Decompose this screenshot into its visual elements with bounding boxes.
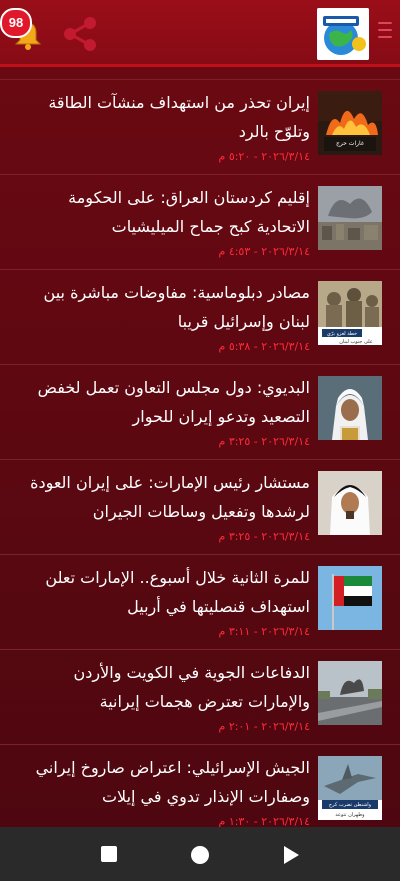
- news-date: ٢٠٢٦/٣/١٤ - ٥:٢٠ م: [218, 150, 311, 163]
- news-item[interactable]: خطة لغزو برّي على جنوب لبنان مصادر دبلوم…: [0, 270, 400, 365]
- news-thumbnail: [318, 376, 382, 440]
- news-title: مصادر دبلوماسية: مفاوضات مباشرة بين لبنا…: [43, 283, 310, 331]
- app-logo[interactable]: [317, 8, 369, 60]
- thumbnail-caption: خطة لغزو برّي: [327, 331, 357, 337]
- news-item[interactable]: البديوي: دول مجلس التعاون تعمل لخفض التص…: [0, 365, 400, 460]
- thumbnail-caption: على جنوب لبنان: [339, 339, 373, 345]
- news-title: إيران تحذر من استهداف منشآت الطاقة وتلوّ…: [48, 93, 310, 141]
- news-item[interactable]: واشنطن تضرب كرج وطهران تتوعد الجيش الإسر…: [0, 745, 400, 827]
- list-top-divider: [0, 67, 400, 80]
- news-date: ٢٠٢٦/٣/١٤ - ٣:١١ م: [218, 625, 311, 638]
- news-title: الدفاعات الجوية في الكويت والأردن والإما…: [73, 663, 310, 711]
- news-date: ٢٠٢٦/٣/١٤ - ٢:٠١ م: [218, 720, 311, 733]
- news-item[interactable]: للمرة الثانية خلال أسبوع.. الإمارات تعلن…: [0, 555, 400, 650]
- news-item[interactable]: إقليم كردستان العراق: على الحكومة الاتحا…: [0, 175, 400, 270]
- news-title: الجيش الإسرائيلي: اعتراض صاروخ إيراني وص…: [35, 758, 310, 806]
- news-thumbnail: [318, 186, 382, 250]
- news-thumbnail: غارات حرج: [318, 91, 382, 155]
- news-item[interactable]: مستشار رئيس الإمارات: على إيران العودة ل…: [0, 460, 400, 555]
- thumbnail-caption: واشنطن تضرب كرج: [329, 802, 372, 808]
- news-thumbnail: [318, 471, 382, 535]
- recents-button[interactable]: [100, 845, 118, 867]
- news-title: مستشار رئيس الإمارات: على إيران العودة ل…: [30, 473, 310, 521]
- share-icon[interactable]: [60, 14, 100, 54]
- news-title: للمرة الثانية خلال أسبوع.. الإمارات تعلن…: [45, 568, 310, 616]
- news-item[interactable]: غارات حرج إيران تحذر من استهداف منشآت ال…: [0, 80, 400, 175]
- news-thumbnail: [318, 661, 382, 725]
- system-nav-bar: [0, 827, 400, 881]
- back-button[interactable]: [282, 845, 300, 869]
- news-item[interactable]: الدفاعات الجوية في الكويت والأردن والإما…: [0, 650, 400, 745]
- news-thumbnail: خطة لغزو برّي على جنوب لبنان: [318, 281, 382, 345]
- news-list: غارات حرج إيران تحذر من استهداف منشآت ال…: [0, 67, 400, 827]
- notifications-badge[interactable]: 98: [0, 8, 32, 38]
- news-date: ٢٠٢٦/٣/١٤ - ٤:٥٣ م: [218, 245, 311, 258]
- thumbnail-caption: وطهران تتوعد: [335, 812, 365, 818]
- news-date: ٢٠٢٦/٣/١٤ - ٣:٢٥ م: [218, 530, 311, 543]
- menu-icon[interactable]: [378, 22, 392, 42]
- news-date: ٢٠٢٦/٣/١٤ - ٥:٣٨ م: [218, 340, 311, 353]
- news-thumbnail: واشنطن تضرب كرج وطهران تتوعد: [318, 756, 382, 820]
- news-date: ٢٠٢٦/٣/١٤ - ١:٣٠ م: [218, 815, 311, 827]
- news-date: ٢٠٢٦/٣/١٤ - ٣:٢٥ م: [218, 435, 311, 448]
- home-button[interactable]: [190, 845, 210, 869]
- thumbnail-caption: غارات حرج: [336, 140, 364, 147]
- news-thumbnail: [318, 566, 382, 630]
- top-app-bar: 98: [0, 0, 400, 67]
- news-title: إقليم كردستان العراق: على الحكومة الاتحا…: [68, 188, 310, 236]
- news-title: البديوي: دول مجلس التعاون تعمل لخفض التص…: [37, 378, 310, 426]
